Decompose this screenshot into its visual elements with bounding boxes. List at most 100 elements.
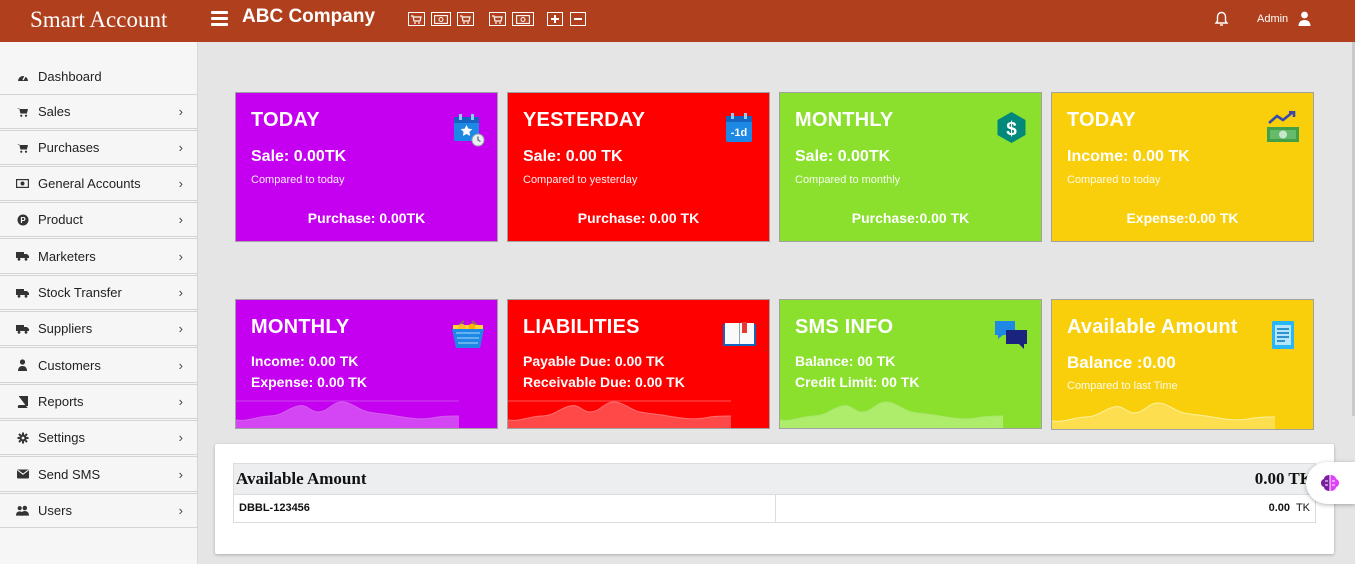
card-income-value: Income: 0.00 TK <box>251 353 359 369</box>
amount-unit: TK <box>1295 502 1310 514</box>
menu-toggle-icon[interactable] <box>211 11 228 26</box>
cart-icon <box>16 141 29 154</box>
card-compare-text: Compared to today <box>251 174 345 186</box>
cart-icon <box>411 14 422 24</box>
card-purchase-value: Purchase: 0.00 TK <box>577 210 700 226</box>
card-compare-text: Compared to today <box>1067 174 1161 186</box>
chevron-right-icon: › <box>178 212 183 227</box>
gear-icon <box>16 431 29 444</box>
account-name: DBBL-123456 <box>239 502 310 514</box>
dashboard-icon <box>16 70 29 83</box>
card-balance-value: Balance: 00 TK <box>795 353 896 369</box>
sidebar-item-label: Reports <box>38 394 84 409</box>
chevron-right-icon: › <box>178 430 183 445</box>
card-yesterday-sales[interactable]: YESTERDAY Sale: 0.00 TK Compared to yest… <box>507 92 770 242</box>
card-purchase-value: Purchase: 0.00TK <box>307 210 426 226</box>
bell-icon[interactable] <box>1214 11 1229 27</box>
brain-icon <box>1321 475 1339 491</box>
quick-sale-button[interactable] <box>408 12 425 26</box>
chevron-right-icon: › <box>178 394 183 409</box>
card-liabilities[interactable]: LIABILITIES Payable Due: 0.00 TK Receiva… <box>507 299 770 429</box>
sidebar-item-general-accounts[interactable]: General Accounts › <box>0 166 198 201</box>
chevron-right-icon: › <box>178 176 183 191</box>
quick-add-button[interactable] <box>547 12 563 26</box>
sidebar-item-customers[interactable]: Customers › <box>0 347 198 383</box>
sidebar-item-label: General Accounts <box>38 176 141 191</box>
card-payable-value: Payable Due: 0.00 TK <box>523 353 665 369</box>
top-bar: Smart Account ABC Company Admin <box>0 0 1355 42</box>
chevron-right-icon: › <box>178 321 183 336</box>
card-title: MONTHLY <box>795 109 894 131</box>
card-title: SMS INFO <box>795 316 894 338</box>
quick-cart-button[interactable] <box>489 12 506 26</box>
available-amount-panel: Available Amount 0.00 TK DBBL-123456 0.0… <box>215 444 1334 554</box>
document-icon <box>1272 321 1294 349</box>
sidebar-item-label: Dashboard <box>38 68 102 84</box>
chevron-right-icon: › <box>178 285 183 300</box>
basket-icon <box>452 320 484 348</box>
sidebar-item-dashboard[interactable]: Dashboard <box>0 63 198 89</box>
minus-icon <box>574 18 582 20</box>
amount-value: 0.00 <box>1268 502 1291 514</box>
sidebar-item-suppliers[interactable]: Suppliers › <box>0 311 198 346</box>
book-icon <box>16 395 29 408</box>
card-credit-limit-value: Credit Limit: 00 TK <box>795 374 920 390</box>
app-brand[interactable]: Smart Account <box>0 0 198 42</box>
sparkline-chart <box>780 401 1003 428</box>
users-icon <box>16 504 29 517</box>
card-sale-value: Sale: 0.00TK <box>251 148 347 165</box>
card-monthly-sales[interactable]: MONTHLY Sale: 0.00TK Compared to monthly… <box>779 92 1042 242</box>
sidebar-item-label: Product <box>38 212 83 227</box>
card-compare-text: Compared to monthly <box>795 174 901 186</box>
user-menu-label[interactable]: Admin <box>1257 13 1288 25</box>
card-expense-value: Expense:0.00 TK <box>1126 210 1239 226</box>
cart-icon <box>492 14 503 24</box>
card-income-value: Income: 0.00 TK <box>1067 148 1190 165</box>
open-book-icon <box>723 322 756 346</box>
available-amount-total: 0.00 TK <box>1254 469 1313 488</box>
sparkline-chart <box>508 400 731 428</box>
chevron-right-icon: › <box>178 248 183 264</box>
sidebar-item-settings[interactable]: Settings › <box>0 420 198 455</box>
card-receivable-value: Receivable Due: 0.00 TK <box>523 374 685 390</box>
money-icon <box>516 14 530 24</box>
sidebar-item-users[interactable]: Users › <box>0 493 198 528</box>
svg-text:-1d: -1d <box>731 127 748 139</box>
card-title: MONTHLY <box>251 316 350 338</box>
sidebar-item-reports[interactable]: Reports › <box>0 384 198 419</box>
card-monthly-income[interactable]: MONTHLY Income: 0.00 TK Expense: 0.00 TK <box>235 299 498 429</box>
account-amount: 0.00 TK <box>1269 502 1310 514</box>
truck-icon <box>16 286 29 299</box>
chevron-right-icon: › <box>178 466 183 482</box>
sidebar-item-purchases[interactable]: Purchases › <box>0 130 198 165</box>
assistant-button[interactable] <box>1306 462 1355 504</box>
calendar-minus-icon: -1d <box>726 113 752 142</box>
sidebar-item-product[interactable]: P Product › <box>0 202 198 237</box>
product-icon: P <box>16 213 29 226</box>
sidebar-item-marketers[interactable]: Marketers › <box>0 238 198 274</box>
truck-icon <box>16 250 29 263</box>
cart-icon <box>460 14 471 24</box>
truck-icon <box>16 322 29 335</box>
sidebar-item-label: Customers <box>38 357 101 373</box>
quick-cash-button[interactable] <box>512 12 534 26</box>
sidebar: Dashboard Sales › Purchases › General Ac… <box>0 42 198 564</box>
company-name: ABC Company <box>242 6 376 27</box>
sidebar-item-send-sms[interactable]: Send SMS › <box>0 456 198 492</box>
svg-text:P: P <box>20 216 26 225</box>
card-today-sales[interactable]: TODAY Sale: 0.00TK Compared to today Pur… <box>235 92 498 242</box>
card-title: TODAY <box>251 109 320 131</box>
card-available-amount[interactable]: Available Amount Balance :0.00 Compared … <box>1051 299 1314 430</box>
card-sms-info[interactable]: SMS INFO Balance: 00 TK Credit Limit: 00… <box>779 299 1042 429</box>
sparkline-chart <box>236 400 459 428</box>
calendar-star-icon <box>454 114 485 147</box>
quick-remove-button[interactable] <box>570 12 586 26</box>
sidebar-item-sales[interactable]: Sales › <box>0 94 198 129</box>
quick-money-button[interactable] <box>431 12 451 26</box>
quick-purchase-button[interactable] <box>457 12 474 26</box>
user-icon[interactable] <box>1298 11 1311 26</box>
cash-trend-icon <box>1267 111 1299 142</box>
sidebar-item-label: Stock Transfer <box>38 285 122 300</box>
sidebar-item-stock-transfer[interactable]: Stock Transfer › <box>0 275 198 310</box>
card-today-income[interactable]: TODAY Income: 0.00 TK Compared to today … <box>1051 92 1314 242</box>
